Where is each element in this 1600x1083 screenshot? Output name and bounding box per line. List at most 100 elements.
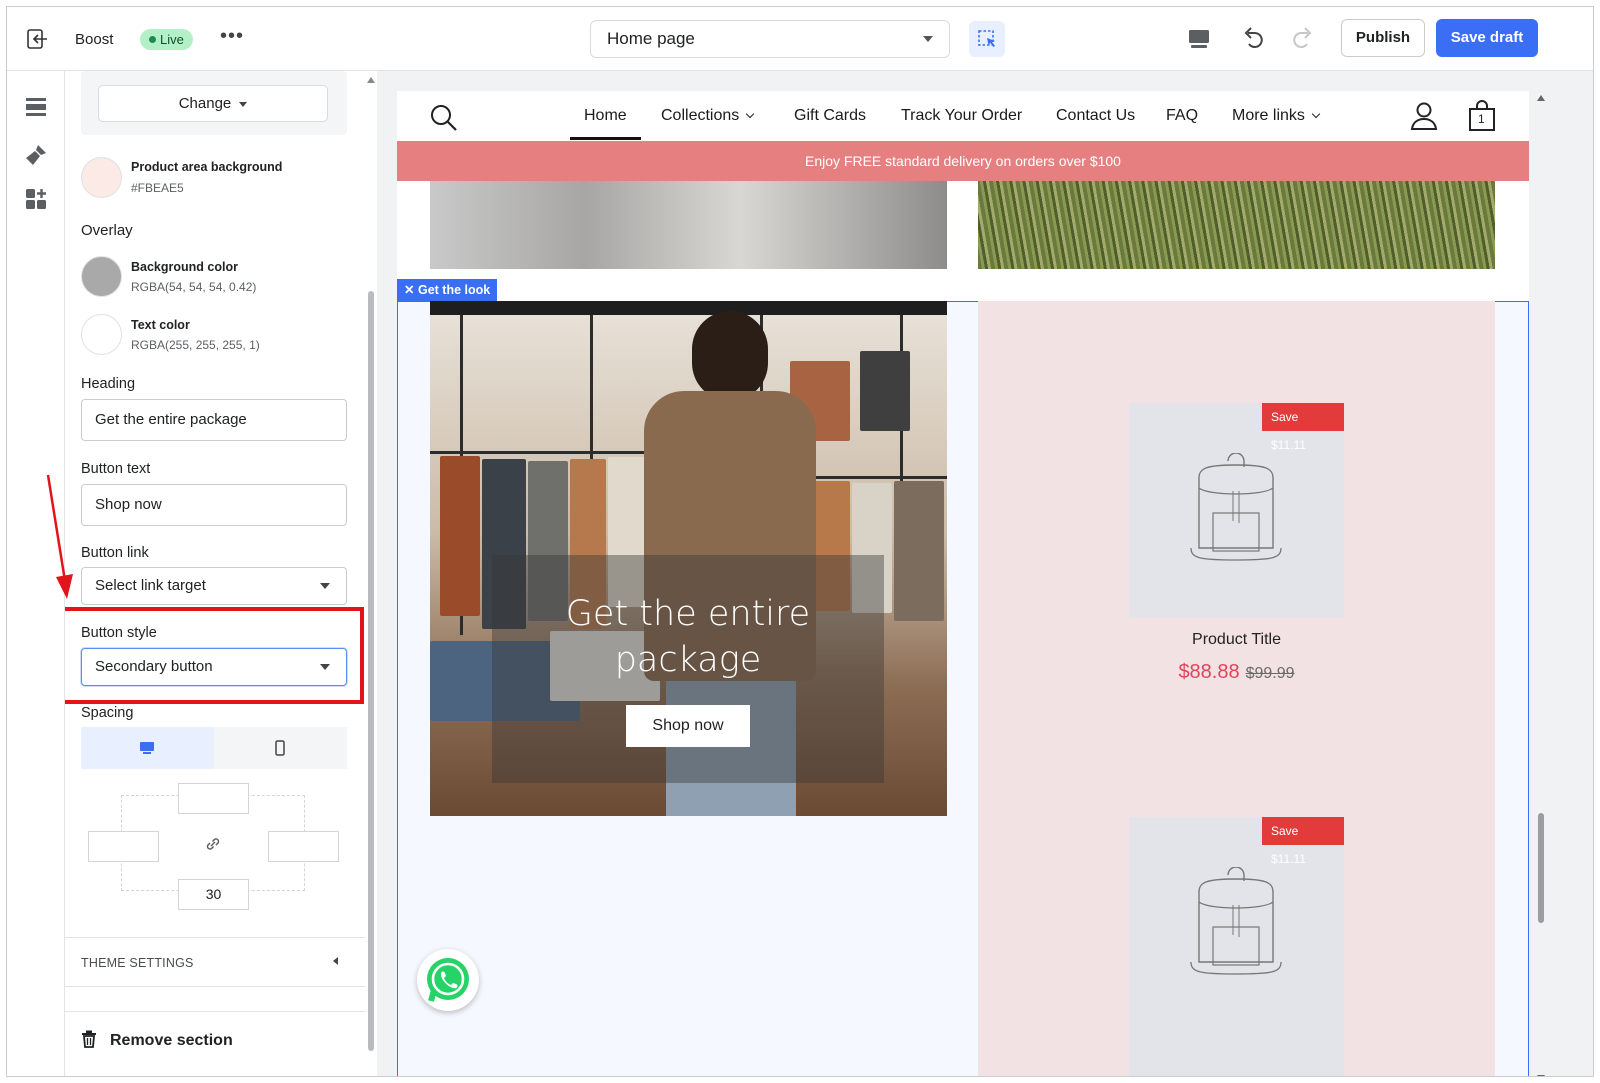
sale-price: $88.88 (1178, 661, 1240, 683)
sections-icon[interactable] (24, 95, 48, 119)
spacing-label: Spacing (81, 705, 134, 721)
page-selector-value: Home page (607, 29, 695, 48)
desktop-icon (140, 742, 154, 754)
button-text-input[interactable]: Shop now (81, 484, 347, 526)
compare-price: $99.99 (1245, 665, 1295, 682)
button-style-select[interactable]: Secondary button (81, 648, 347, 686)
panel-scrollbar[interactable] (365, 71, 377, 1076)
product-area-bg-label: Product area background (131, 160, 283, 174)
trash-icon (82, 1030, 96, 1048)
scroll-thumb[interactable] (368, 291, 374, 1051)
scroll-down-arrow[interactable] (1537, 1075, 1545, 1076)
editor-window: Boost Live ••• Home page Publish Save dr… (6, 6, 1594, 1077)
button-text-label: Button text (81, 461, 151, 477)
publish-button[interactable]: Publish (1341, 19, 1425, 57)
button-style-value: Secondary button (95, 658, 213, 675)
caret-down-icon (239, 101, 248, 107)
theme-settings-toggle[interactable]: THEME SETTINGS (65, 937, 365, 987)
theme-style-icon[interactable] (24, 143, 48, 167)
overlay-bg-value: RGBA(54, 54, 54, 0.42) (131, 280, 257, 294)
product-title[interactable]: Product Title (1129, 631, 1344, 649)
chevron-down-icon (320, 583, 330, 589)
exit-icon[interactable] (27, 29, 49, 49)
spacing-left-input[interactable] (88, 831, 159, 862)
chevron-down-icon (746, 109, 755, 119)
page-selector[interactable]: Home page (590, 20, 950, 58)
close-icon[interactable]: ✕ (404, 283, 414, 297)
apps-icon[interactable] (24, 187, 48, 211)
save-badge: Save $11.11 (1262, 817, 1344, 866)
remove-section-label: Remove section (110, 1032, 233, 1049)
top-bar: Boost Live ••• Home page Publish Save dr… (7, 7, 1593, 71)
button-link-value: Select link target (95, 577, 206, 594)
overlay-text-value: RGBA(255, 255, 255, 1) (131, 338, 260, 352)
overlay-bg-label: Background color (131, 260, 238, 274)
mobile-icon[interactable] (272, 740, 288, 756)
collection-image-1 (430, 181, 947, 269)
overlay-text-label: Text color (131, 318, 190, 332)
product-area-bg-value: #FBEAE5 (131, 181, 184, 195)
spacing-bottom-input[interactable]: 30 (178, 879, 249, 910)
change-image-button[interactable]: Change (98, 85, 328, 122)
store-header: Home Collections Gift Cards Track Your O… (397, 91, 1529, 141)
remove-section-button[interactable]: Remove section (65, 1011, 365, 1076)
inspector-button[interactable] (969, 21, 1005, 57)
button-link-select[interactable]: Select link target (81, 567, 347, 605)
product-image[interactable]: Save $11.11 (1129, 817, 1344, 1076)
nav-home[interactable]: Home (570, 107, 641, 140)
nav-faq[interactable]: FAQ (1166, 107, 1198, 125)
account-icon[interactable] (1409, 101, 1439, 131)
preview-canvas: Home Collections Gift Cards Track Your O… (377, 71, 1593, 1076)
cart-count: 1 (1478, 112, 1485, 126)
more-actions-icon[interactable]: ••• (220, 25, 244, 48)
select-element-icon (978, 30, 995, 47)
backpack-placeholder-icon (1190, 867, 1282, 975)
search-icon[interactable] (430, 104, 458, 132)
annotation-arrow (46, 474, 73, 599)
product-area: Save $11.11 Product Title $88.88 $99.99 S… (978, 301, 1495, 1076)
chevron-down-icon (1311, 109, 1321, 119)
spacing-link-toggle[interactable] (201, 831, 225, 857)
section-tag[interactable]: ✕ Get the look (397, 279, 498, 301)
collection-image-2 (978, 181, 1495, 269)
section-settings-panel: Change Product area background #FBEAE5 O… (65, 71, 365, 1076)
nav-more-links-label: More links (1232, 107, 1305, 124)
scroll-up-arrow[interactable] (367, 77, 375, 83)
button-style-label: Button style (81, 625, 157, 641)
backpack-placeholder-icon (1190, 453, 1282, 561)
scroll-up-arrow[interactable] (1537, 95, 1545, 101)
spacing-top-input[interactable] (178, 783, 249, 814)
hero-shop-now-button[interactable]: Shop now (626, 705, 750, 747)
product-image[interactable]: Save $11.11 (1129, 403, 1344, 618)
link-icon (206, 838, 220, 850)
product-area-bg-swatch[interactable] (81, 157, 122, 198)
save-badge: Save $11.11 (1262, 403, 1344, 452)
spacing-right-input[interactable] (268, 831, 339, 862)
scroll-thumb[interactable] (1538, 813, 1544, 923)
save-draft-button[interactable]: Save draft (1436, 19, 1538, 57)
status-badge: Live (140, 29, 193, 50)
nav-collections[interactable]: Collections (661, 107, 755, 125)
theme-name: Boost (75, 31, 114, 48)
hero-image: Get the entire package Shop now (430, 301, 947, 816)
nav-contact-us[interactable]: Contact Us (1056, 107, 1135, 125)
nav-track-order[interactable]: Track Your Order (901, 107, 1022, 125)
nav-more-links[interactable]: More links (1232, 107, 1321, 125)
spacing-device-tabs (81, 727, 347, 769)
overlay-bg-swatch[interactable] (81, 256, 122, 297)
tab-desktop[interactable] (81, 727, 214, 769)
undo-icon[interactable] (1239, 25, 1267, 53)
theme-settings-label: THEME SETTINGS (81, 956, 194, 970)
redo-icon[interactable] (1289, 25, 1317, 53)
button-link-label: Button link (81, 545, 149, 561)
overlay-text-swatch[interactable] (81, 314, 122, 355)
nav-gift-cards[interactable]: Gift Cards (794, 107, 866, 125)
storefront-preview: Home Collections Gift Cards Track Your O… (397, 91, 1529, 1076)
whatsapp-button[interactable] (417, 949, 479, 1011)
change-label: Change (178, 95, 232, 112)
caret-left-icon (333, 957, 338, 965)
desktop-view-icon[interactable] (1185, 25, 1213, 53)
heading-input[interactable]: Get the entire package (81, 399, 347, 441)
chevron-down-icon (320, 664, 330, 670)
canvas-scrollbar[interactable] (1535, 91, 1547, 1076)
